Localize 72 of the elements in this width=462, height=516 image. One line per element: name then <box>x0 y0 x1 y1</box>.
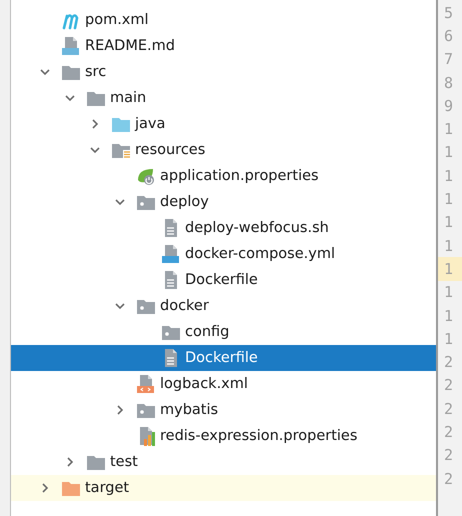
item-label: redis-expression.properties <box>160 428 358 444</box>
line-number: 2 <box>444 353 454 372</box>
tree-item[interactable]: src <box>11 59 436 85</box>
line-number: 1 <box>444 283 454 302</box>
chevron-right-icon[interactable] <box>65 457 75 467</box>
tree-item[interactable]: docker-compose.yml <box>11 241 436 267</box>
tree-item[interactable]: resources <box>11 137 436 163</box>
item-label: target <box>85 480 130 496</box>
item-label: test <box>110 454 138 470</box>
chevron-right-icon[interactable] <box>40 483 50 493</box>
line-number: 1 <box>444 190 454 208</box>
tree-item[interactable]: mybatis <box>11 397 436 423</box>
line-number: 1 <box>444 236 454 255</box>
line-number: 2 <box>444 400 454 418</box>
line-number: 2 <box>444 422 454 441</box>
line-number: 2 <box>444 446 454 464</box>
item-label: java <box>135 116 166 132</box>
tree-item[interactable]: Dockerfile <box>11 345 436 371</box>
line-number: 2 <box>444 376 454 394</box>
tree-item[interactable]: Dockerfile <box>11 267 436 293</box>
item-label: deploy-webfocus.sh <box>185 220 329 236</box>
line-number: 2 <box>444 470 454 488</box>
chevron-down-icon[interactable] <box>115 301 125 311</box>
item-label: resources <box>135 142 206 158</box>
item-label: Dockerfile <box>185 350 258 366</box>
line-number: 7 <box>444 50 454 68</box>
tree-item[interactable]: pom.xml <box>11 7 436 33</box>
leaf-icon <box>136 166 156 186</box>
tree-item[interactable]: config <box>11 319 436 345</box>
tree-item[interactable]: deploy <box>11 189 436 215</box>
document-icon <box>136 374 156 394</box>
item-label: main <box>110 90 146 106</box>
chevron-right-icon[interactable] <box>115 405 125 415</box>
line-number: 1 <box>444 260 454 278</box>
line-number: 8 <box>444 74 454 92</box>
document-icon <box>161 244 181 264</box>
line-number: 9 <box>444 96 454 115</box>
tree-item[interactable]: redis-expression.properties <box>11 423 436 449</box>
item-label: deploy <box>160 194 209 210</box>
item-label: docker <box>160 298 209 314</box>
tree-item[interactable]: target <box>11 475 436 501</box>
tree-item[interactable]: docker <box>11 293 436 319</box>
line-number: 1 <box>444 213 454 232</box>
chevron-down-icon[interactable] <box>65 93 75 103</box>
tree-item[interactable]: logback.xml <box>11 371 436 397</box>
tree-item[interactable]: main <box>11 85 436 111</box>
line-number: 1 <box>444 330 454 348</box>
line-number: 1 <box>444 166 454 185</box>
chevron-down-icon[interactable] <box>90 145 100 155</box>
document-icon <box>61 36 81 56</box>
tree-item[interactable]: application.properties <box>11 163 436 189</box>
item-label: application.properties <box>160 168 319 184</box>
tree-item[interactable]: README.md <box>11 33 436 59</box>
item-label: pom.xml <box>85 12 149 28</box>
chevron-right-icon[interactable] <box>90 119 100 129</box>
item-label: logback.xml <box>160 376 248 392</box>
chevron-down-icon[interactable] <box>115 197 125 207</box>
item-label: mybatis <box>160 402 218 418</box>
line-number: 1 <box>444 120 454 138</box>
tree-item[interactable]: java <box>11 111 436 137</box>
line-number: 5 <box>444 4 454 22</box>
item-label: README.md <box>85 38 175 54</box>
item-label: docker-compose.yml <box>185 246 335 262</box>
line-number: 1 <box>444 306 454 324</box>
tree-item[interactable]: deploy-webfocus.sh <box>11 215 436 241</box>
chevron-down-icon[interactable] <box>40 67 50 77</box>
tree-item[interactable]: test <box>11 449 436 475</box>
line-number: 6 <box>444 26 454 45</box>
item-label: src <box>85 64 106 80</box>
item-label: config <box>185 324 230 340</box>
line-number: 1 <box>444 143 454 162</box>
item-label: Dockerfile <box>185 272 258 288</box>
